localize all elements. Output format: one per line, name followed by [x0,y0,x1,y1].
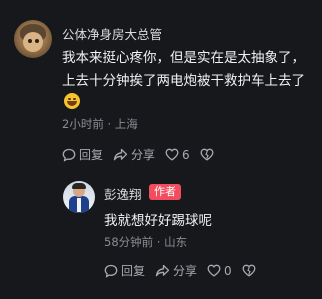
comment-meta: 2小时前 · 上海 [62,117,138,131]
comment-username[interactable]: 公体净身房大总管 [62,24,162,43]
reply-label: 回复 [79,148,104,162]
author-badge: 作者 [149,184,181,200]
reply-username[interactable]: 彭逸翔 [104,184,142,203]
comment-time: 2小时前 [62,117,104,131]
share-label: 分享 [173,264,198,278]
reply-text: 我就想好好踢球呢 [104,213,212,229]
like-count: 6 [182,147,190,162]
comment-location: 上海 [114,117,138,131]
dislike-button[interactable] [242,264,256,277]
reply-actions: 回复 分享 0 [104,262,266,279]
comment-actions: 回复 分享 6 [62,146,224,163]
heart-icon [165,148,179,161]
share-button[interactable]: 分享 [155,262,197,279]
avatar[interactable] [63,181,95,213]
like-button[interactable]: 6 [165,148,190,162]
broken-heart-icon [200,148,214,161]
like-button[interactable]: 0 [207,264,232,278]
dislike-button[interactable] [200,148,214,161]
laughing-emoji-icon [64,93,80,109]
share-arrow-icon [155,264,170,276]
reply-meta: 58分钟前 · 山东 [104,235,188,249]
share-label: 分享 [131,148,156,162]
comment-bubble-icon [62,148,76,162]
comment-text: 我本来挺心疼你，但是实在是太抽象了，上去十分钟挨了两电炮被干救护车上去了 [62,50,305,89]
comment-bubble-icon [104,264,118,278]
avatar[interactable] [14,20,52,58]
reply-button[interactable]: 回复 [62,146,103,163]
broken-heart-icon [242,264,256,277]
share-arrow-icon [113,148,128,160]
reply-button[interactable]: 回复 [104,262,145,279]
reply-time: 58分钟前 [104,235,154,249]
share-button[interactable]: 分享 [113,146,155,163]
heart-icon [207,264,221,277]
reply-location: 山东 [164,235,188,249]
like-count: 0 [224,263,232,278]
reply-label: 回复 [121,264,146,278]
